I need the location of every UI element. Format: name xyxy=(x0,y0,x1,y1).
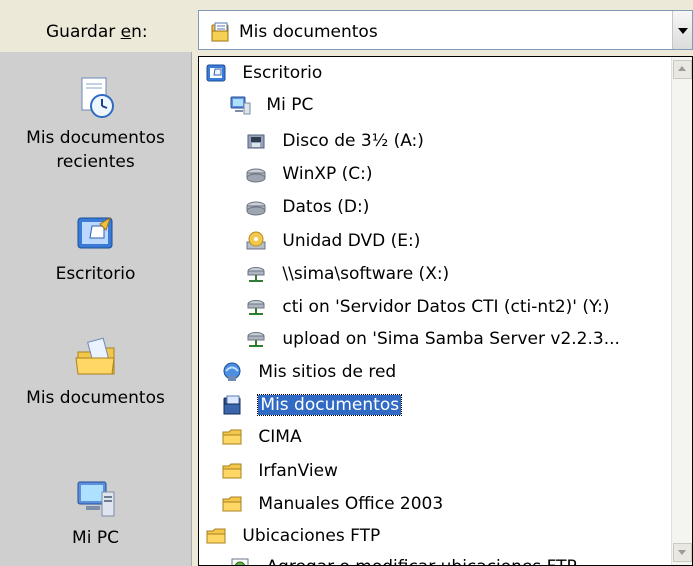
list-item-label: WinXP (C:) xyxy=(282,164,373,184)
place-label: Mis documentos xyxy=(26,388,165,408)
dvd-drive-icon xyxy=(245,230,267,252)
folder-icon xyxy=(221,460,243,482)
my-documents-icon xyxy=(209,21,231,43)
place-recent-documents[interactable]: Mis documentos recientes xyxy=(0,74,191,174)
save-in-label-part2: n: xyxy=(131,22,148,42)
desktop-icon xyxy=(205,62,227,84)
network-drive-icon xyxy=(245,296,267,318)
my-computer-icon xyxy=(72,474,120,522)
save-dialog: Guardar en: Mis documentos Mis documento… xyxy=(0,0,693,566)
hard-drive-icon xyxy=(245,196,267,218)
places-bar: Mis documentos recientes Escritorio Mis … xyxy=(0,52,192,566)
list-item[interactable]: CIMA xyxy=(221,421,302,453)
vertical-scrollbar[interactable] xyxy=(671,57,692,565)
list-item-label: IrfanView xyxy=(258,461,338,481)
save-in-combobox[interactable]: Mis documentos xyxy=(198,10,693,50)
list-item-label: Escritorio xyxy=(242,63,323,83)
ftp-add-icon xyxy=(229,556,251,565)
place-label-line2: recientes xyxy=(56,152,135,172)
place-desktop[interactable]: Escritorio xyxy=(0,210,191,286)
chevron-down-icon[interactable] xyxy=(672,11,692,49)
list-item-label: Agregar o modificar ubicaciones FTP xyxy=(266,557,576,565)
list-item-label: \\sima\software (X:) xyxy=(282,264,450,284)
list-item[interactable]: Manuales Office 2003 xyxy=(221,488,443,520)
folder-icon xyxy=(205,525,227,547)
place-label: Escritorio xyxy=(55,264,136,284)
network-drive-icon xyxy=(245,263,267,285)
list-item-label: Mis sitios de red xyxy=(258,362,397,382)
list-item[interactable]: \\sima\software (X:) xyxy=(245,258,449,290)
place-label: Mi PC xyxy=(72,528,119,548)
list-item-label: Datos (D:) xyxy=(282,197,370,217)
folder-icon xyxy=(221,493,243,515)
list-item-selected[interactable]: Mis documentos xyxy=(221,389,403,421)
folder-icon xyxy=(221,426,243,448)
list-item-label: Disco de 3½ (A:) xyxy=(282,131,424,151)
my-computer-icon xyxy=(229,94,251,116)
list-item[interactable]: upload on 'Sima Samba Server v2.2.3... xyxy=(245,323,620,355)
save-in-label: Guardar en: xyxy=(46,22,148,42)
list-item[interactable]: Disco de 3½ (A:) xyxy=(245,125,424,157)
recent-documents-icon xyxy=(72,74,120,122)
list-item-label: Mis documentos xyxy=(257,394,403,416)
list-item-label: Manuales Office 2003 xyxy=(258,494,444,514)
list-item[interactable]: Datos (D:) xyxy=(245,191,369,223)
list-item[interactable]: Ubicaciones FTP xyxy=(205,520,380,552)
network-places-icon xyxy=(221,361,243,383)
my-documents-folder-icon xyxy=(72,334,120,382)
list-item[interactable]: Agregar o modificar ubicaciones FTP xyxy=(229,551,577,565)
list-item[interactable]: cti on 'Servidor Datos CTI (cti-nt2)' (Y… xyxy=(245,291,610,323)
list-item[interactable]: IrfanView xyxy=(221,455,338,487)
desktop-icon xyxy=(72,210,120,258)
network-drive-icon xyxy=(245,328,267,350)
list-item[interactable]: Escritorio xyxy=(205,57,322,89)
list-item-label: CIMA xyxy=(258,427,302,447)
list-item[interactable]: WinXP (C:) xyxy=(245,158,373,190)
place-my-documents[interactable]: Mis documentos xyxy=(0,334,191,410)
save-in-label-accel: e xyxy=(120,22,132,42)
list-item-label: Unidad DVD (E:) xyxy=(282,231,421,251)
save-in-dropdown-list[interactable]: Escritorio Mi PC Disco de 3½ (A:) WinXP … xyxy=(198,56,693,566)
save-in-label-part1: Guardar xyxy=(46,22,121,42)
list-item-label: cti on 'Servidor Datos CTI (cti-nt2)' (Y… xyxy=(282,297,610,317)
hard-drive-icon xyxy=(245,163,267,185)
list-item[interactable]: Mis sitios de red xyxy=(221,356,396,388)
list-item[interactable]: Mi PC xyxy=(229,89,313,121)
list-item-label: Ubicaciones FTP xyxy=(242,526,381,546)
list-item-label: upload on 'Sima Samba Server v2.2.3... xyxy=(282,329,620,349)
my-documents-icon xyxy=(221,394,243,416)
scroll-down-button[interactable] xyxy=(673,543,692,562)
list-item-label: Mi PC xyxy=(266,95,314,115)
place-label: Mis documentos xyxy=(26,128,165,148)
floppy-drive-icon xyxy=(245,130,267,152)
save-in-value: Mis documentos xyxy=(239,22,378,42)
place-my-computer[interactable]: Mi PC xyxy=(0,474,191,550)
scroll-up-button[interactable] xyxy=(673,60,692,79)
list-item[interactable]: Unidad DVD (E:) xyxy=(245,225,420,257)
